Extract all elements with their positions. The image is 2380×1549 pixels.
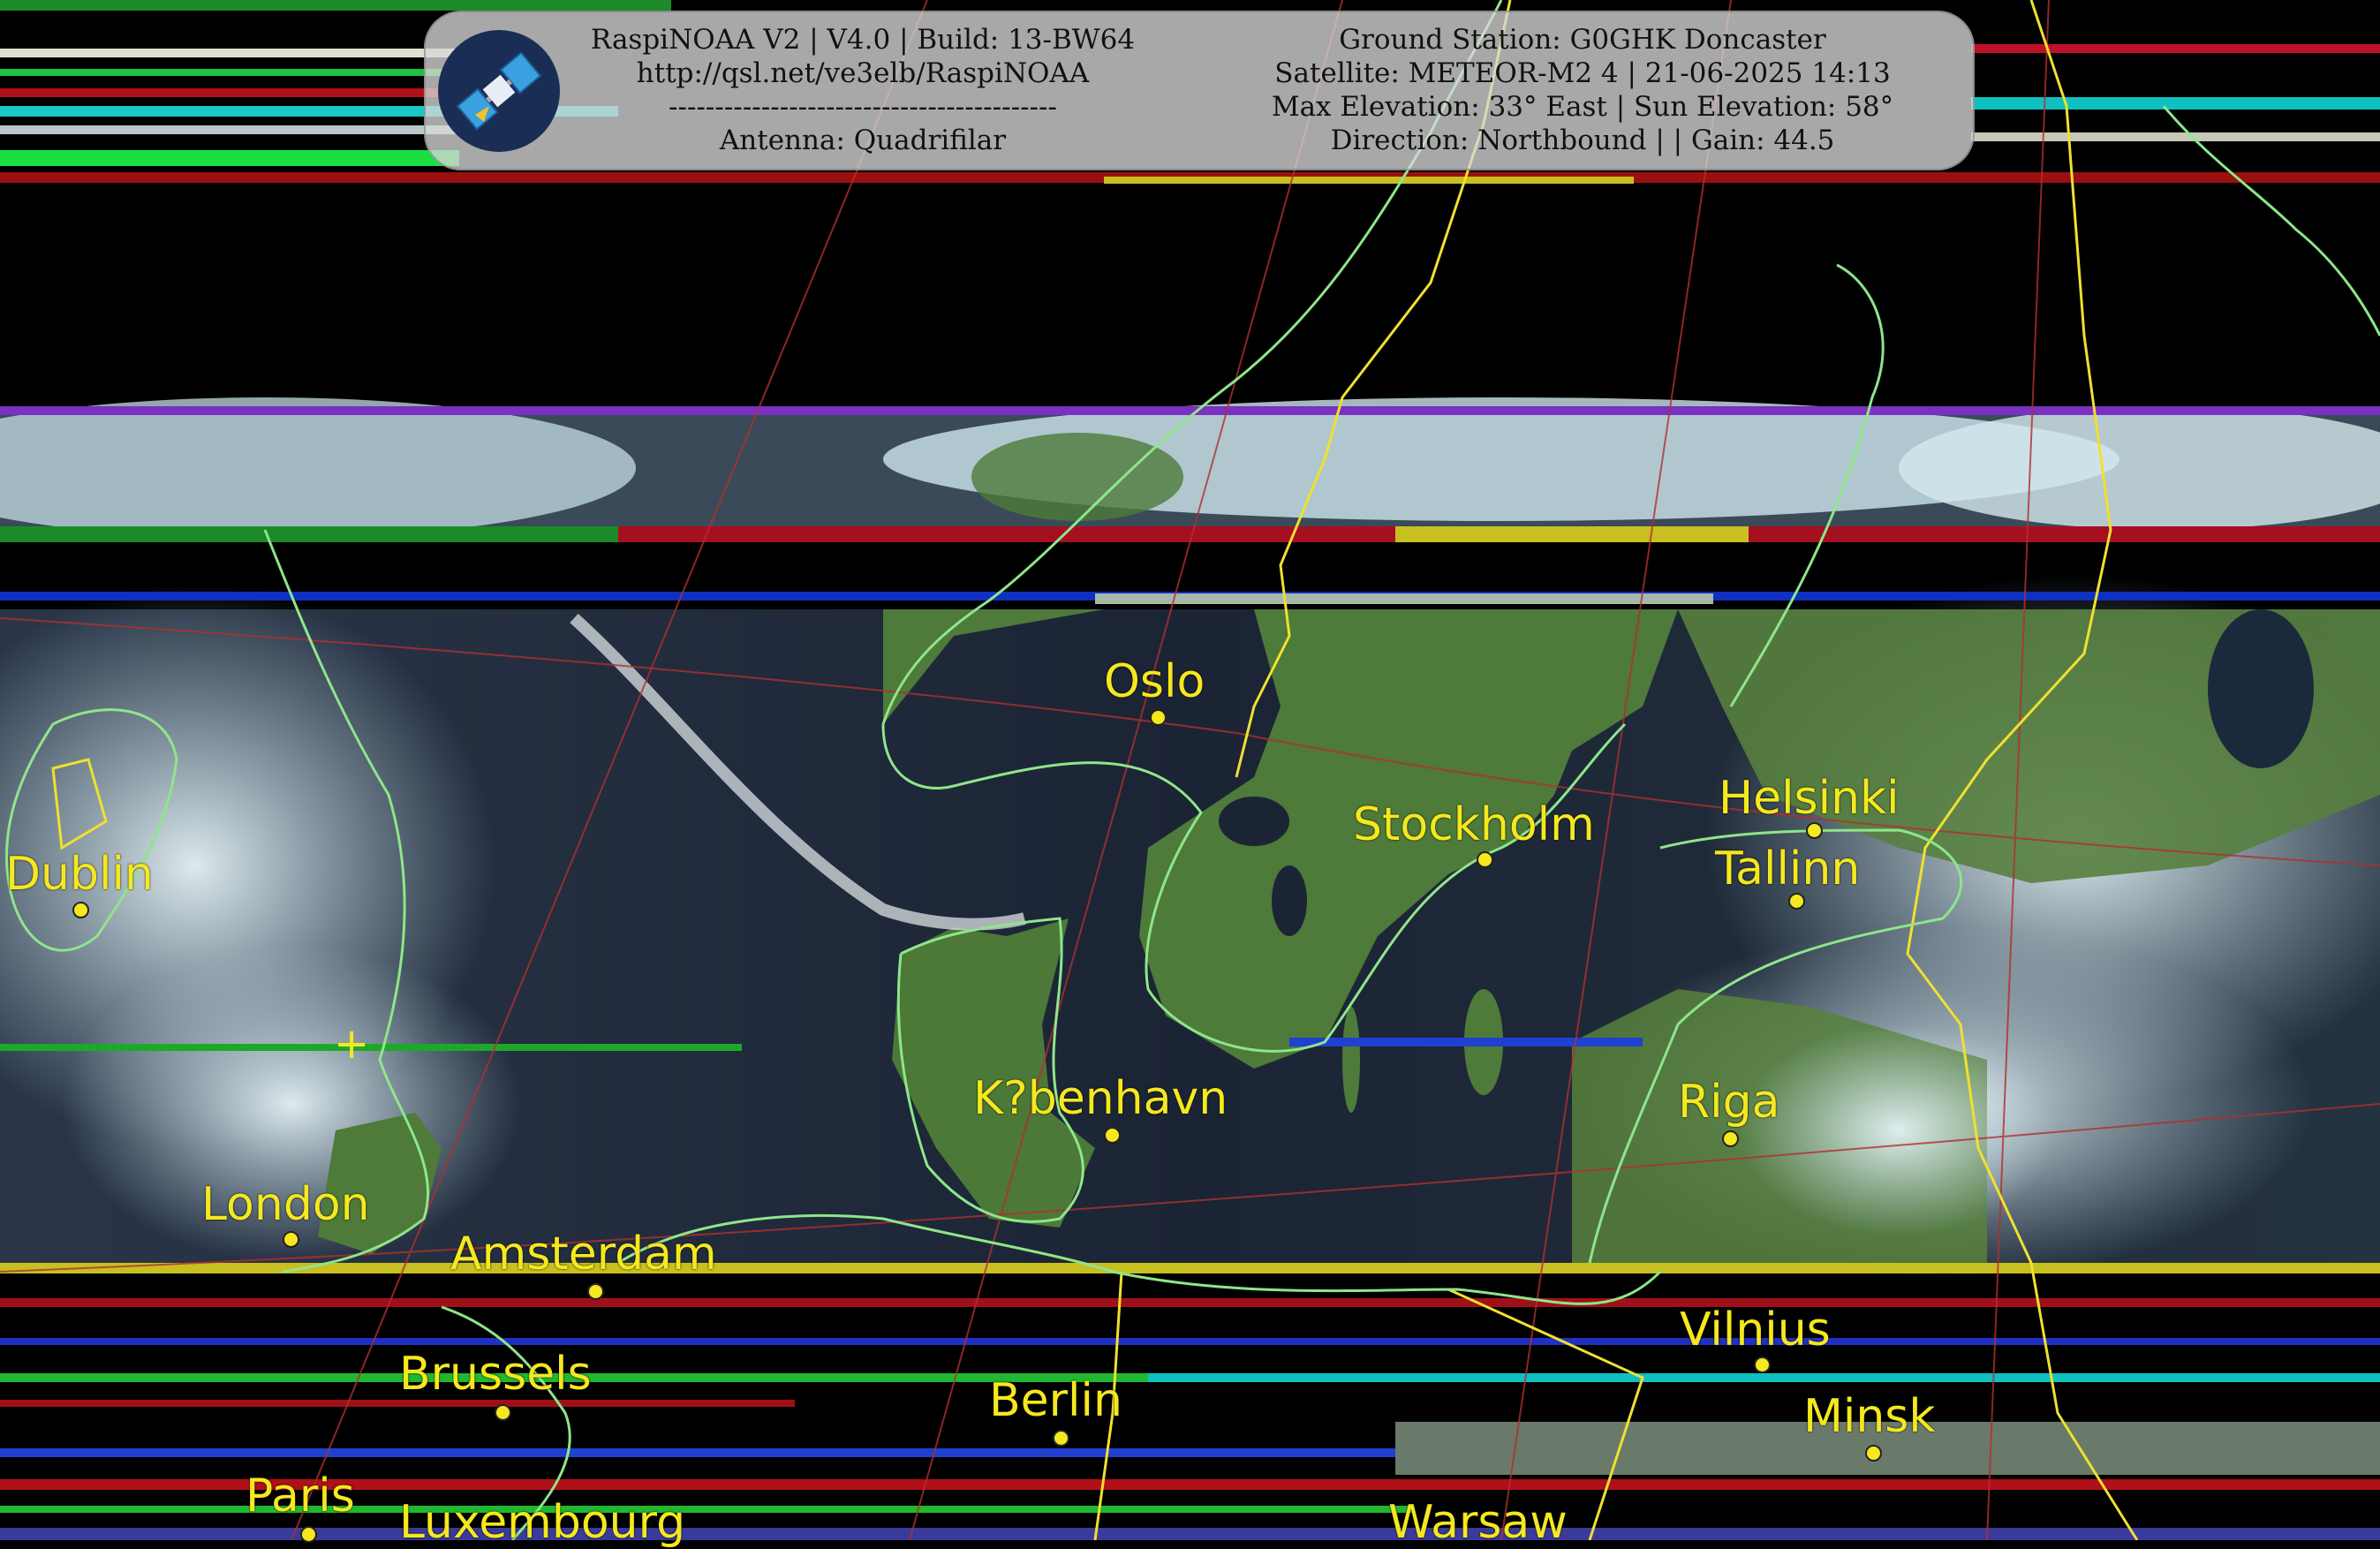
satellite-pass-text: Satellite: METEOR-M2 4 | 21-06-2025 14:1… [1274, 57, 1891, 89]
header-right-column: Ground Station: G0GHK Doncaster Satellit… [1220, 23, 1945, 157]
header-left-column: RaspiNOAA V2 | V4.0 | Build: 13-BW64 htt… [576, 23, 1150, 157]
city-label-dublin: Dublin [5, 848, 154, 901]
antenna-text: Antenna: Quadrifilar [719, 125, 1007, 156]
ground-station-text: Ground Station: G0GHK Doncaster [1339, 24, 1826, 56]
city-label-kobenhavn: K?benhavn [973, 1072, 1228, 1125]
city-label-minsk: Minsk [1803, 1390, 1936, 1443]
city-label-brussels: Brussels [399, 1348, 592, 1401]
city-dot-oslo [1150, 709, 1167, 726]
city-dot-minsk [1865, 1445, 1882, 1462]
project-url-link[interactable]: http://qsl.net/ve3elb/RaspiNOAA [576, 57, 1150, 90]
city-dot-helsinki [1806, 822, 1823, 839]
city-label-amsterdam: Amsterdam [450, 1228, 717, 1281]
elevation-text: Max Elevation: 33° East | Sun Elevation:… [1271, 91, 1894, 123]
city-dot-amsterdam [587, 1283, 604, 1300]
city-dot-brussels [495, 1404, 511, 1421]
city-label-riga: Riga [1678, 1076, 1780, 1129]
city-dot-tallinn [1788, 893, 1805, 910]
city-dot-london [283, 1231, 299, 1248]
city-dot-riga [1722, 1130, 1739, 1147]
satellite-map [0, 0, 2380, 1540]
info-header-panel: RaspiNOAA V2 | V4.0 | Build: 13-BW64 htt… [424, 11, 1975, 170]
city-label-paris: Paris [246, 1470, 355, 1523]
city-label-tallinn: Tallinn [1715, 843, 1861, 895]
header-divider-text: ----------------------------------------… [669, 91, 1057, 123]
city-label-berlin: Berlin [989, 1374, 1122, 1427]
imagery-band-upper [0, 397, 2380, 539]
city-label-luxembourg: Luxembourg [399, 1496, 686, 1549]
city-dot-kobenhavn [1104, 1127, 1121, 1144]
direction-gain-text: Direction: Northbound | | Gain: 44.5 [1330, 125, 1835, 156]
city-label-stockholm: Stockholm [1353, 798, 1595, 851]
city-dot-vilnius [1754, 1356, 1771, 1373]
city-label-oslo: Oslo [1104, 655, 1205, 708]
software-version-text: RaspiNOAA V2 | V4.0 | Build: 13-BW64 [590, 24, 1136, 56]
ground-station-marker: + [334, 1019, 370, 1069]
city-label-vilnius: Vilnius [1680, 1303, 1831, 1356]
city-dot-dublin [72, 902, 89, 918]
city-label-warsaw: Warsaw [1388, 1496, 1568, 1549]
city-dot-berlin [1053, 1430, 1069, 1447]
city-dot-paris [300, 1526, 317, 1543]
city-label-london: London [201, 1178, 370, 1231]
satellite-icon [438, 30, 560, 152]
city-dot-stockholm [1477, 851, 1493, 868]
city-label-helsinki: Helsinki [1719, 772, 1900, 825]
